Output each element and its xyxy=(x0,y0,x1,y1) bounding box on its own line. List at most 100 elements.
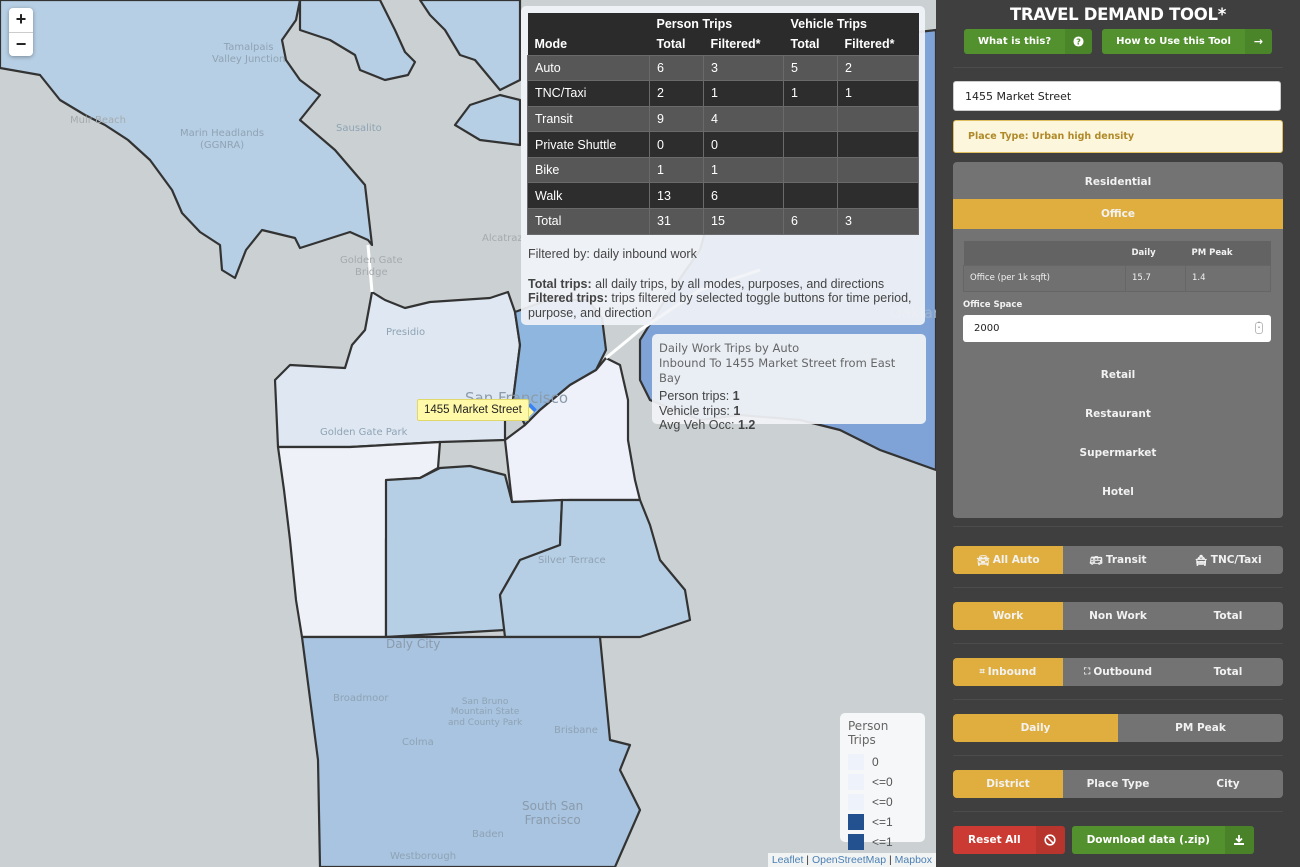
purpose-work[interactable]: Work xyxy=(953,602,1063,630)
trip-table-row: Private Shuttle 0 0 xyxy=(527,131,919,158)
trip-value-cell: 1 xyxy=(783,80,838,107)
total-trips-label: Total trips: xyxy=(528,276,592,291)
geo-city[interactable]: City xyxy=(1173,770,1283,798)
direction-inbound[interactable]: ⌗ Inbound xyxy=(953,658,1063,686)
land-use-restaurant[interactable]: Restaurant xyxy=(953,395,1283,434)
trip-value-cell xyxy=(837,182,919,210)
hover-person-trips: Person trips: 1 xyxy=(659,389,740,403)
geo-district[interactable]: District xyxy=(953,770,1063,798)
district-san-mateo xyxy=(300,635,642,867)
legend-item: <=0 xyxy=(848,792,917,812)
map-label: Colma xyxy=(402,737,434,748)
trip-value-cell xyxy=(837,156,919,184)
mapbox-link[interactable]: Mapbox xyxy=(895,854,932,866)
download-data-button[interactable]: Download data (.zip) xyxy=(1071,826,1254,854)
land-use-retail[interactable]: Retail xyxy=(953,356,1283,395)
trip-value-cell xyxy=(783,182,838,210)
header-person-total: Total xyxy=(649,34,704,55)
trip-value-cell: 6 xyxy=(703,182,784,210)
rate-header-blank xyxy=(963,241,1126,265)
trip-value-cell: 3 xyxy=(837,208,919,235)
spinner-icon[interactable]: ˆˇ xyxy=(1255,322,1263,335)
mode-transit[interactable]: 🚌︎ Transit xyxy=(1063,546,1173,574)
app-title: TRAVEL DEMAND TOOL* xyxy=(1009,5,1227,24)
legend-label: <=1 xyxy=(872,815,893,829)
map[interactable]: Marin Headlands (GGNRA) Muir Beach Tamal… xyxy=(0,0,936,867)
rate-daily: 15.7 xyxy=(1125,264,1186,292)
mode-cell: Total xyxy=(527,208,650,235)
geo-place-type[interactable]: Place Type xyxy=(1063,770,1173,798)
trip-value-cell xyxy=(837,105,919,133)
header-person-filtered: Filtered* xyxy=(703,34,784,55)
hover-avg-occupancy: Avg Veh Occ: 1.2 xyxy=(659,418,756,432)
mode-cell: Transit xyxy=(527,105,650,133)
total-trips-text: all daily trips, by all modes, purposes,… xyxy=(591,276,885,291)
land-use-residential[interactable]: Residential xyxy=(953,162,1283,199)
land-use-office[interactable]: Office xyxy=(953,199,1283,229)
arrow-right-icon: → xyxy=(1244,29,1272,54)
osm-link[interactable]: OpenStreetMap xyxy=(812,854,886,866)
time-pm-peak[interactable]: PM Peak xyxy=(1118,714,1283,742)
legend-swatch xyxy=(848,794,864,810)
map-label: Daly City xyxy=(386,637,441,651)
district-sf-richmond xyxy=(273,290,522,449)
trip-notes: Total trips: all daily trips, by all mod… xyxy=(528,277,919,321)
time-daily[interactable]: Daily xyxy=(953,714,1118,742)
leaflet-link[interactable]: Leaflet xyxy=(772,854,804,866)
purpose-non-work[interactable]: Non Work xyxy=(1063,602,1173,630)
legend-label: <=0 xyxy=(872,795,893,809)
trip-value-cell: 2 xyxy=(649,80,704,107)
address-input[interactable] xyxy=(953,81,1281,111)
office-space-value[interactable]: 2000 xyxy=(974,323,999,334)
legend-swatch xyxy=(848,834,864,850)
trip-value-cell xyxy=(783,131,838,158)
mode-cell: TNC/Taxi xyxy=(527,80,650,107)
reset-all-button[interactable]: Reset All xyxy=(953,826,1065,854)
trip-table-row: Auto 6 3 5 2 xyxy=(527,54,919,82)
land-use-supermarket[interactable]: Supermarket xyxy=(953,434,1283,473)
trip-value-cell xyxy=(783,105,838,133)
map-label: Marin Headlands (GGNRA) xyxy=(180,128,265,151)
mode-all-auto[interactable]: 🚘︎ All Auto xyxy=(953,546,1063,574)
land-use-hotel[interactable]: Hotel xyxy=(953,473,1283,512)
map-label: Baden xyxy=(472,829,504,840)
legend-title: Person Trips xyxy=(848,719,889,747)
mode-cell: Bike xyxy=(527,156,650,184)
mode-tnc-taxi[interactable]: 🚖︎ TNC/Taxi xyxy=(1173,546,1283,574)
trip-table-row: Total 31 15 6 3 xyxy=(527,208,919,235)
office-space-input[interactable]: 2000 ˆˇ xyxy=(963,314,1271,342)
zoom-control: + − xyxy=(9,8,33,56)
header-person-trips: Person Trips xyxy=(649,13,784,34)
trip-value-cell: 2 xyxy=(837,54,919,82)
map-label: Westborough xyxy=(390,851,457,862)
what-is-this-button[interactable]: What is this? ? xyxy=(964,29,1093,54)
trip-value-cell: 0 xyxy=(703,131,784,158)
question-circle-icon: ? xyxy=(1065,29,1093,54)
map-label: Presidio xyxy=(386,327,426,338)
download-icon xyxy=(1224,826,1254,854)
trip-value-cell: 9 xyxy=(649,105,704,133)
legend-item: <=0 xyxy=(848,772,917,792)
trip-value-cell: 1 xyxy=(703,80,784,107)
land-use-accordion: Residential Office Daily PM Peak Office … xyxy=(953,162,1283,518)
direction-total[interactable]: Total xyxy=(1173,658,1283,686)
legend-item: <=1 xyxy=(848,812,917,832)
how-to-use-button[interactable]: How to Use this Tool → xyxy=(1102,29,1272,54)
mode-cell: Private Shuttle xyxy=(527,131,650,158)
trip-value-cell: 5 xyxy=(783,54,838,82)
bus-icon: 🚌︎ xyxy=(1089,554,1103,567)
zoom-in-button[interactable]: + xyxy=(9,8,33,32)
trip-value-cell: 4 xyxy=(703,105,784,133)
map-label: Silver Terrace xyxy=(538,555,606,566)
direction-outbound[interactable]: ⛶ Outbound xyxy=(1063,658,1173,686)
trip-value-cell: 15 xyxy=(703,208,784,235)
expand-icon: ⛶ xyxy=(1084,667,1091,677)
map-label: Sausalito xyxy=(336,123,382,134)
map-label: South San Francisco xyxy=(522,799,584,827)
geography-toggle: District Place Type City xyxy=(953,770,1283,798)
zoom-out-button[interactable]: − xyxy=(9,32,33,56)
rate-header-pm-peak: PM Peak xyxy=(1185,241,1271,265)
purpose-total[interactable]: Total xyxy=(1173,602,1283,630)
mode-cell: Walk xyxy=(527,182,650,210)
district-tiburon xyxy=(418,0,522,92)
